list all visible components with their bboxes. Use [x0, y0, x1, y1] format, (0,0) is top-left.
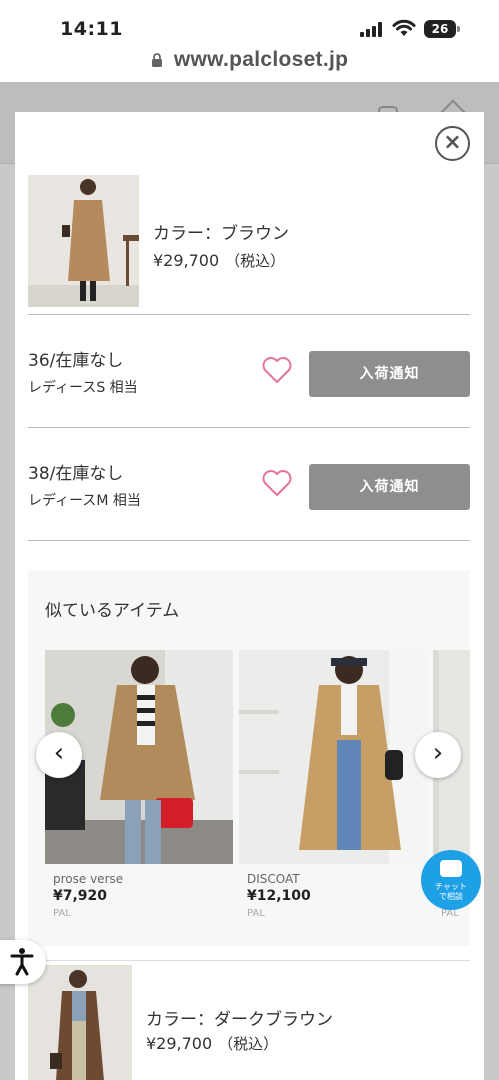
accessibility-button[interactable]: [0, 940, 46, 984]
size-title: 36/在庫なし: [28, 351, 124, 371]
product-price: ¥29,700 （税込）: [146, 1034, 279, 1053]
status-bar: 14:11 26: [0, 0, 499, 48]
restock-notify-button[interactable]: 入荷通知: [309, 351, 470, 397]
battery-icon: 26: [424, 20, 460, 38]
size-row: 36/在庫なし レディースS 相当 入荷通知: [28, 315, 470, 428]
product-color-label: カラー：ダークブラウン: [146, 1010, 333, 1030]
product-header-2: カラー：ダークブラウン ¥29,700 （税込）: [28, 960, 470, 1080]
similar-item-card[interactable]: prose verse ¥7,920 PAL: [45, 650, 233, 930]
chat-icon: [440, 860, 462, 877]
product-thumbnail: [28, 175, 139, 307]
url-bar[interactable]: www.palcloset.jp: [0, 48, 499, 82]
similar-item-brand: prose verse: [53, 872, 124, 886]
signal-icon: [360, 22, 382, 37]
price-tax: （税込）: [225, 252, 286, 270]
similar-item-brand: DISCOAT: [247, 872, 300, 886]
chevron-left-icon[interactable]: ‹: [36, 732, 82, 778]
similar-items-section: 似ているアイテム prose verse ¥7,920 PAL DISCOAT …: [28, 570, 470, 946]
lock-icon: [151, 53, 162, 67]
product-color-label: カラー：ブラウン: [153, 224, 289, 244]
similar-items-carousel[interactable]: prose verse ¥7,920 PAL DISCOAT ¥12,100 P…: [45, 650, 470, 930]
size-title: 38/在庫なし: [28, 464, 124, 484]
status-time: 14:11: [60, 18, 123, 40]
product-header: カラー：ブラウン ¥29,700 （税込）: [28, 175, 470, 315]
heart-icon[interactable]: [261, 355, 293, 385]
accessibility-icon: [10, 948, 34, 976]
similar-item-card[interactable]: DISCOAT ¥12,100 PAL: [239, 650, 427, 930]
similar-item-shop: PAL: [53, 908, 71, 919]
product-price: ¥29,700 （税込）: [153, 251, 286, 270]
similar-item-shop: PAL: [247, 908, 265, 919]
price-tax: （税込）: [218, 1035, 279, 1053]
similar-item-price: ¥12,100: [247, 888, 311, 904]
heart-icon[interactable]: [261, 468, 293, 498]
restock-notify-button[interactable]: 入荷通知: [309, 464, 470, 510]
chat-consult-button[interactable]: チャット で相談: [421, 850, 481, 910]
size-subtitle: レディースS 相当: [28, 380, 138, 396]
size-select-modal: × カラー：ブラウン ¥29,700 （税込） 36/在庫なし レディースS 相当…: [15, 112, 484, 1080]
size-row: 38/在庫なし レディースM 相当 入荷通知: [28, 428, 470, 541]
chevron-right-icon[interactable]: ›: [415, 732, 461, 778]
size-subtitle: レディースM 相当: [28, 493, 141, 509]
battery-level: 26: [424, 20, 456, 38]
similar-item-price: ¥7,920: [53, 888, 108, 904]
similar-item-image: [239, 650, 427, 864]
similar-items-title: 似ているアイテム: [45, 601, 180, 621]
url-text: www.palcloset.jp: [173, 48, 349, 71]
wifi-icon: [392, 19, 416, 36]
chat-label: チャット で相談: [435, 882, 467, 901]
close-button[interactable]: ×: [435, 126, 470, 161]
